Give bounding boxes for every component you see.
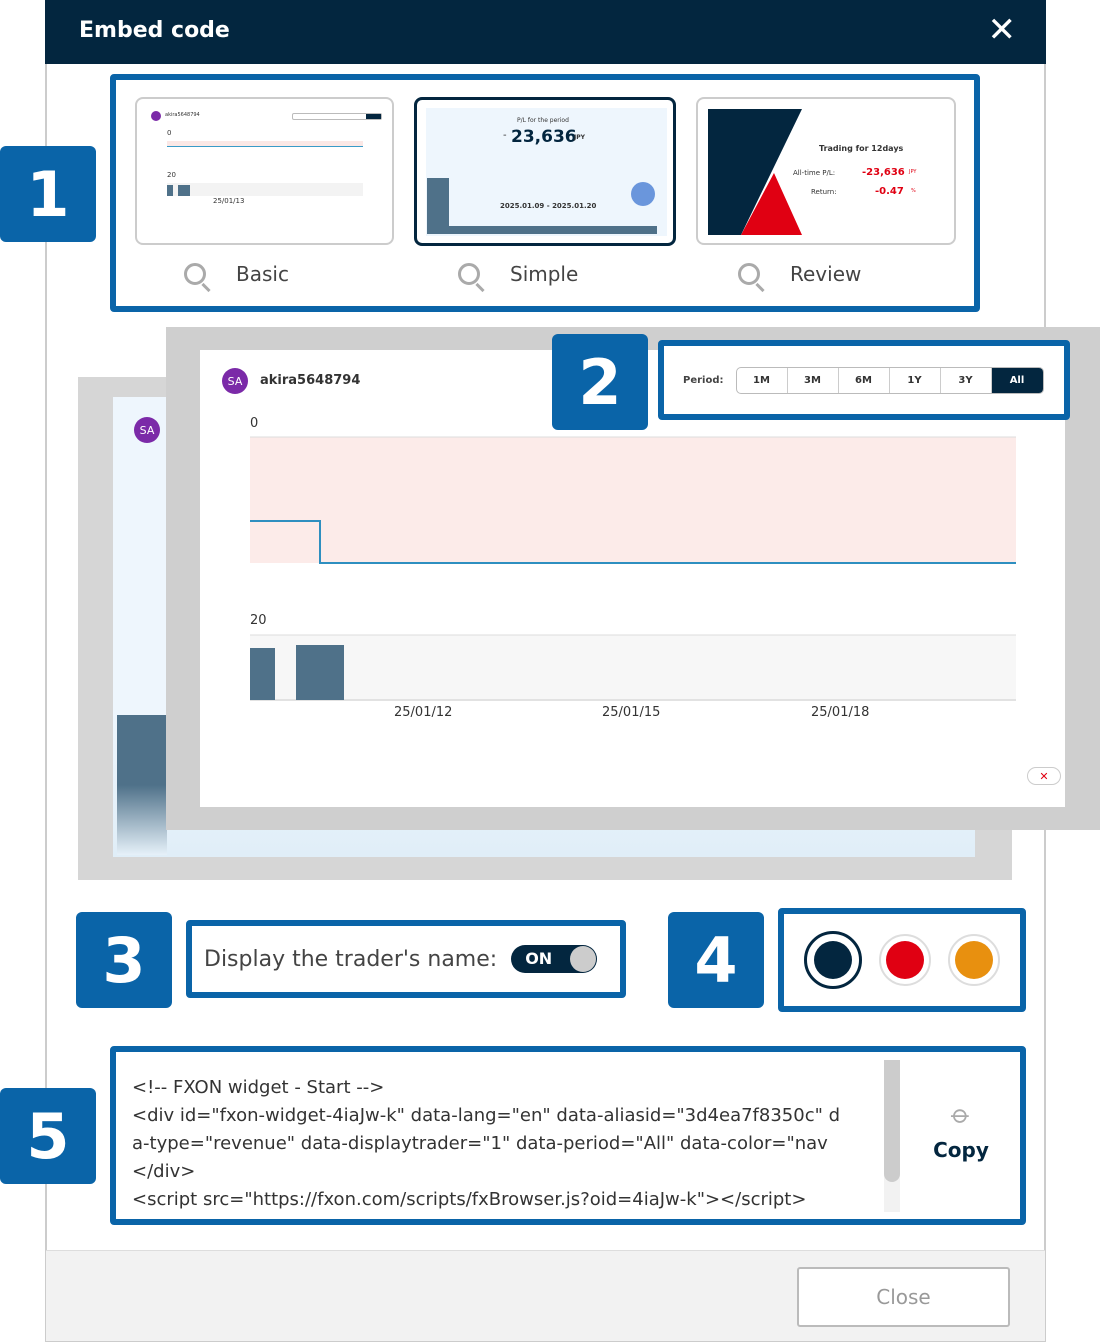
- embed-code-box: <!-- FXON widget - Start --> <div id="fx…: [110, 1046, 1026, 1225]
- fxon-logo-icon: ✕: [1027, 767, 1061, 785]
- avatar: SA: [222, 368, 248, 394]
- return-label: Return:: [811, 188, 837, 196]
- x-label: 25/01/12: [394, 705, 453, 720]
- pl-unit: JPY: [909, 169, 917, 175]
- loss-area: [250, 437, 1016, 563]
- template-label-simple[interactable]: Simple: [458, 262, 578, 286]
- period-3m[interactable]: 3M: [788, 367, 839, 393]
- x-label: 25/01/13: [213, 197, 245, 205]
- volume-bar: [250, 648, 275, 700]
- period-1m[interactable]: 1M: [737, 367, 788, 393]
- step-5-badge: 5: [0, 1088, 96, 1184]
- code-scrollbar[interactable]: [884, 1060, 900, 1212]
- color-selector: [778, 908, 1026, 1012]
- date-range: 2025.01.09 - 2025.01.20: [500, 202, 597, 210]
- period-label: Period:: [683, 374, 724, 386]
- y-label: 20: [167, 171, 176, 179]
- period-6m[interactable]: 6M: [839, 367, 890, 393]
- y-label-top: 0: [250, 416, 259, 431]
- label: Basic: [236, 262, 289, 286]
- copy-button[interactable]: ⌀ Copy: [916, 1099, 1006, 1162]
- step-4-badge: 4: [668, 912, 764, 1008]
- trader-name: akira5648794: [260, 373, 361, 388]
- code-line: </div>: [132, 1161, 196, 1182]
- close-button[interactable]: Close: [797, 1267, 1010, 1327]
- review-graphic: [708, 109, 802, 235]
- currency: JPY: [574, 134, 585, 141]
- toggle-state: ON: [525, 949, 553, 968]
- color-red[interactable]: [878, 934, 931, 986]
- label: Simple: [510, 262, 579, 286]
- code-line: <script src="https://fxon.com/scripts/fx…: [132, 1189, 807, 1210]
- close-icon[interactable]: ✕: [988, 10, 1017, 50]
- template-label-basic[interactable]: Basic: [184, 262, 289, 286]
- period-all[interactable]: All: [991, 367, 1043, 393]
- pl-value: -23,636: [862, 167, 905, 178]
- color-navy[interactable]: [804, 931, 863, 989]
- volume-bar: [296, 645, 344, 700]
- trader-name-setting: Display the trader's name: ON: [186, 920, 626, 998]
- zoom-icon[interactable]: [738, 263, 760, 285]
- color-orange[interactable]: [947, 934, 1000, 986]
- label: Review: [790, 262, 862, 286]
- code-line: a-type="revenue" data-displaytrader="1" …: [132, 1133, 828, 1154]
- card-heading: Trading for 12days: [819, 144, 904, 153]
- period-3y[interactable]: 3Y: [941, 367, 992, 393]
- step-3-badge: 3: [76, 912, 172, 1008]
- period-selector: Period: 1M 3M 6M 1Y 3Y All: [658, 340, 1070, 420]
- return-unit: %: [911, 188, 916, 194]
- dialog-header: Embed code ✕: [45, 0, 1046, 64]
- embed-code-textarea[interactable]: <!-- FXON widget - Start --> <div id="fx…: [132, 1074, 880, 1214]
- y-label: 0: [167, 129, 172, 137]
- pl-line-chart: [250, 436, 1016, 564]
- zoom-icon[interactable]: [458, 263, 480, 285]
- pl-label: All-time P/L:: [793, 169, 836, 177]
- code-line: <!-- FXON widget - Start -->: [132, 1077, 385, 1098]
- x-label: 25/01/18: [811, 705, 870, 720]
- period-tabs: 1M 3M 6M 1Y 3Y All: [735, 366, 1044, 394]
- step-1-badge: 1: [0, 146, 96, 242]
- card-heading: P/L for the period: [517, 117, 569, 124]
- volume-bar-chart: [250, 634, 1016, 701]
- bar-area: [250, 635, 1016, 701]
- zoom-icon[interactable]: [184, 263, 206, 285]
- period-1y[interactable]: 1Y: [890, 367, 941, 393]
- avatar: SA: [134, 417, 160, 443]
- template-card-review[interactable]: Trading for 12days All-time P/L: -23,636…: [696, 97, 956, 245]
- y-label-bottom: 20: [250, 613, 267, 628]
- sign: -: [503, 130, 507, 141]
- code-line: <div id="fxon-widget-4iaJw-k" data-lang=…: [132, 1105, 841, 1126]
- x-label: 25/01/15: [602, 705, 661, 720]
- trader-name: akira5648794: [165, 112, 200, 118]
- trader-name-toggle[interactable]: ON: [511, 945, 598, 973]
- template-card-basic[interactable]: akira5648794 0 20 25/01/13: [135, 97, 394, 245]
- amount: 23,636: [511, 127, 577, 147]
- trader-name-label: Display the trader's name:: [204, 946, 498, 972]
- template-card-simple[interactable]: P/L for the period - 23,636 JPY 2025.01.…: [414, 97, 676, 246]
- dialog-title: Embed code: [79, 18, 230, 43]
- return-value: -0.47: [875, 186, 904, 197]
- template-label-review[interactable]: Review: [738, 262, 861, 286]
- step-2-badge: 2: [552, 334, 648, 430]
